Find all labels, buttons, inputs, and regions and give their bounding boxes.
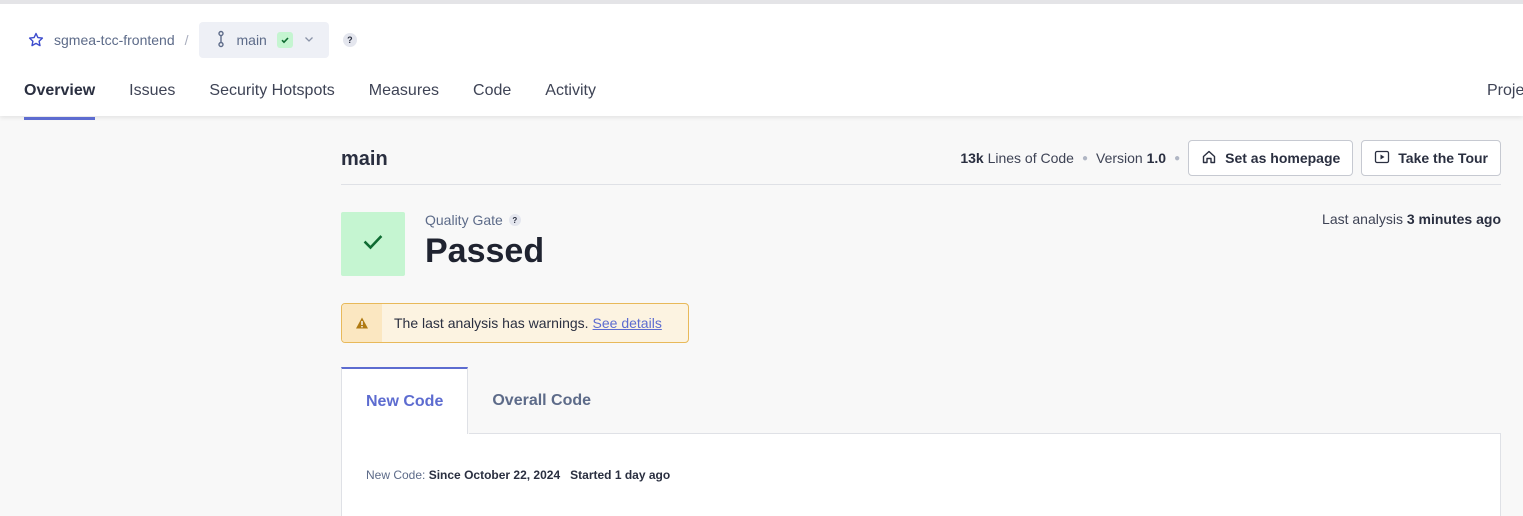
tab-new-code[interactable]: New Code (341, 367, 469, 434)
help-icon[interactable]: ? (508, 214, 521, 226)
project-nav: Overview Issues Security Hotspots Measur… (24, 70, 630, 120)
quality-gate-status: Passed (425, 232, 545, 270)
analysis-warning-banner: The last analysis has warnings. See deta… (341, 303, 689, 343)
set-homepage-button[interactable]: Set as homepage (1188, 140, 1354, 176)
take-tour-label: Take the Tour (1398, 150, 1488, 166)
quality-gate: Quality Gate ? Passed (341, 212, 544, 276)
warning-icon (342, 304, 382, 342)
last-analysis-value: 3 minutes ago (1406, 211, 1501, 227)
quality-gate-text: Quality Gate ? Passed (425, 212, 544, 276)
tab-activity[interactable]: Activity (545, 70, 596, 120)
take-tour-button[interactable]: Take the Tour (1361, 140, 1501, 176)
tab-overall-code[interactable]: Overall Code (468, 367, 615, 434)
branch-icon (215, 30, 227, 51)
main-content: main 13k Lines of Code ● Version 1.0 ● S… (341, 116, 1501, 516)
check-icon (276, 32, 293, 48)
new-code-started: Started 1 day ago (570, 468, 671, 482)
set-homepage-label: Set as homepage (1225, 150, 1341, 166)
warning-text: The last analysis has warnings. (394, 315, 589, 331)
star-icon[interactable] (26, 30, 46, 50)
home-icon (1201, 149, 1217, 168)
meta-separator: ● (1174, 152, 1181, 164)
play-icon (1374, 149, 1390, 168)
last-analysis: Last analysis 3 minutes ago (1322, 211, 1501, 227)
new-code-period: New Code: Since October 22, 2024 Started… (366, 468, 670, 482)
tab-measures[interactable]: Measures (369, 70, 439, 120)
project-name-link[interactable]: sgmea-tcc-frontend (54, 32, 175, 48)
quality-gate-badge (341, 212, 405, 276)
page-title: main (341, 148, 388, 170)
loc-label: Lines of Code (987, 150, 1074, 166)
version-label: Version (1096, 150, 1143, 166)
last-analysis-label: Last analysis (1322, 211, 1403, 227)
tab-security-hotspots[interactable]: Security Hotspots (209, 70, 334, 120)
quality-gate-label: Quality Gate (425, 212, 503, 228)
tab-row: New Code Overall Code (341, 367, 1501, 434)
new-code-since: Since October 22, 2024 (428, 468, 561, 482)
project-settings-menu[interactable]: Proje (1487, 82, 1523, 100)
breadcrumb-separator: / (184, 32, 189, 48)
tab-issues[interactable]: Issues (129, 70, 175, 120)
branch-meta: 13k Lines of Code ● Version 1.0 ● Set as… (960, 140, 1501, 176)
chevron-down-icon (303, 32, 315, 48)
new-code-label: New Code: (366, 468, 426, 482)
top-bar: sgmea-tcc-frontend / main ? Overview Iss… (0, 0, 1523, 120)
branch-selector[interactable]: main (198, 22, 329, 58)
meta-separator: ● (1081, 152, 1089, 164)
check-icon (362, 231, 384, 258)
help-icon[interactable]: ? (342, 33, 357, 47)
new-code-panel: New Code: Since October 22, 2024 Started… (341, 434, 1501, 516)
branch-name: main (236, 32, 267, 48)
loc-value: 13k (960, 150, 984, 166)
tab-code[interactable]: Code (473, 70, 511, 120)
tab-overview[interactable]: Overview (24, 70, 96, 120)
see-details-link[interactable]: See details (593, 315, 662, 331)
breadcrumb: sgmea-tcc-frontend / main ? (26, 22, 357, 58)
branch-header: main 13k Lines of Code ● Version 1.0 ● S… (341, 116, 1501, 185)
quality-gate-label-row: Quality Gate ? (425, 212, 544, 228)
version-value: 1.0 (1146, 150, 1167, 166)
code-period-tabs: New Code Overall Code New Code: Since Oc… (341, 367, 1501, 516)
